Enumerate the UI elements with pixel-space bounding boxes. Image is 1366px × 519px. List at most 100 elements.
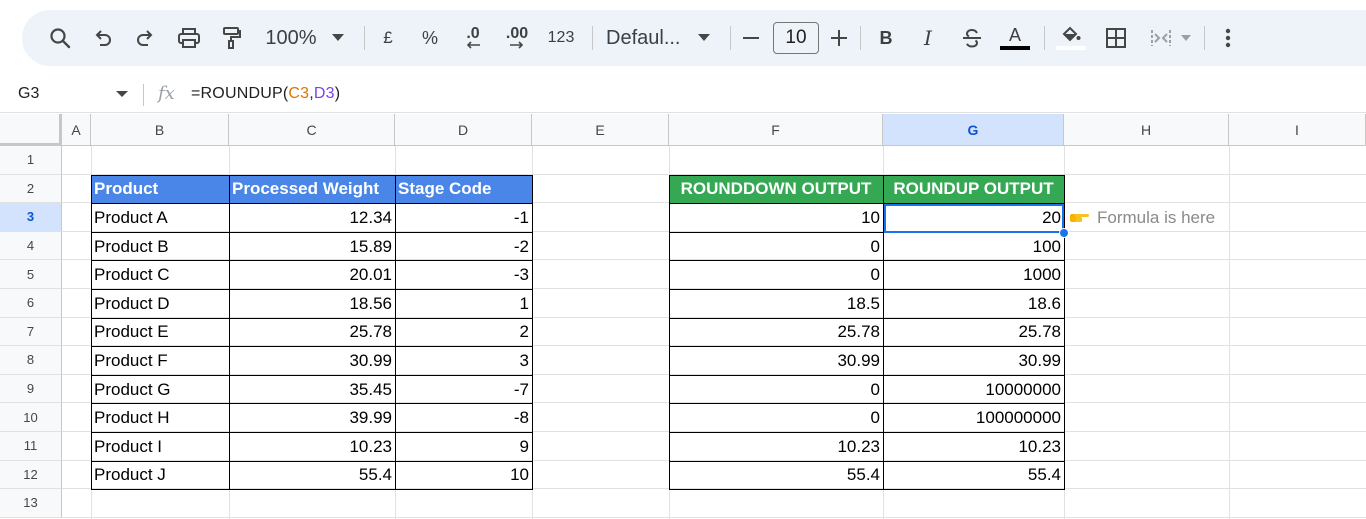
table-cell[interactable]: 25.78 (229, 319, 395, 347)
increase-decimal-button[interactable]: .00 (500, 10, 534, 66)
decrease-decimal-button[interactable]: .0 (458, 10, 488, 66)
percent-format-button[interactable]: % (418, 10, 442, 66)
name-box-dropdown-icon[interactable] (116, 91, 128, 97)
paint-format-icon[interactable] (218, 10, 244, 66)
table-header-cell[interactable]: ROUNDUP OUTPUT (883, 175, 1064, 204)
table-cell[interactable]: Product B (91, 233, 229, 261)
table-cell[interactable]: 18.5 (669, 290, 883, 318)
table-cell[interactable]: 10 (669, 204, 883, 232)
table-cell[interactable]: 18.6 (883, 290, 1064, 318)
table-cell[interactable]: Product A (91, 204, 229, 232)
more-formats-button[interactable]: 123 (544, 10, 578, 66)
row-header-9[interactable]: 9 (0, 374, 62, 404)
table-cell[interactable]: 25.78 (883, 319, 1064, 347)
column-header-c[interactable]: C (229, 114, 395, 146)
row-header-2[interactable]: 2 (0, 174, 62, 204)
table-cell[interactable]: 3 (395, 347, 532, 375)
row-header-11[interactable]: 11 (0, 432, 62, 461)
row-header-3[interactable]: 3 (0, 203, 62, 232)
table-header-cell[interactable]: Product (91, 175, 229, 204)
merge-cells-icon[interactable] (1146, 10, 1176, 66)
increase-font-size-icon[interactable] (828, 10, 850, 66)
table-header-cell[interactable]: Stage Code (395, 175, 532, 204)
table-cell[interactable]: Product E (91, 319, 229, 347)
table-cell[interactable]: Product D (91, 290, 229, 318)
table-header-cell[interactable]: Processed Weight (229, 175, 395, 204)
formula-input[interactable]: =ROUNDUP(C3,D3) (191, 85, 340, 103)
bold-button[interactable]: B (874, 10, 898, 66)
decrease-font-size-icon[interactable] (740, 10, 762, 66)
print-icon[interactable] (174, 10, 204, 66)
row-header-12[interactable]: 12 (0, 460, 62, 490)
table-cell[interactable]: -8 (395, 404, 532, 432)
font-family-select[interactable]: Defaul... (606, 10, 682, 66)
font-size-input[interactable]: 10 (773, 22, 819, 54)
table-header-cell[interactable]: ROUNDDOWN OUTPUT (669, 175, 883, 204)
column-header-a[interactable]: A (62, 114, 91, 146)
row-header-4[interactable]: 4 (0, 231, 62, 261)
row-header-6[interactable]: 6 (0, 289, 62, 318)
select-all-corner[interactable] (0, 114, 62, 146)
table-cell[interactable]: -1 (395, 204, 532, 232)
table-cell[interactable]: 100000000 (883, 404, 1064, 432)
table-cell[interactable]: 15.89 (229, 233, 395, 261)
table-cell[interactable]: 1 (395, 290, 532, 318)
redo-icon[interactable] (132, 10, 158, 66)
column-header-e[interactable]: E (532, 114, 669, 146)
fill-color-button[interactable] (1054, 10, 1088, 66)
column-header-h[interactable]: H (1064, 114, 1229, 146)
table-cell[interactable]: 20 (883, 204, 1064, 232)
table-cell[interactable]: 1000 (883, 261, 1064, 289)
table-cell[interactable]: Product I (91, 433, 229, 461)
table-cell[interactable]: 2 (395, 319, 532, 347)
table-cell[interactable]: 9 (395, 433, 532, 461)
table-cell[interactable]: 18.56 (229, 290, 395, 318)
table-cell[interactable]: 10.23 (669, 433, 883, 461)
table-cell[interactable]: 0 (669, 233, 883, 261)
row-header-8[interactable]: 8 (0, 346, 62, 375)
column-header-g[interactable]: G (883, 114, 1064, 146)
zoom-select[interactable]: 100% (262, 10, 320, 66)
borders-icon[interactable] (1102, 10, 1130, 66)
table-cell[interactable]: Product G (91, 376, 229, 404)
italic-button[interactable]: I (916, 10, 940, 66)
name-box[interactable]: G3 (18, 85, 39, 103)
row-header-7[interactable]: 7 (0, 317, 62, 347)
table-cell[interactable]: 0 (669, 376, 883, 404)
table-cell[interactable]: 30.99 (669, 347, 883, 375)
fill-handle[interactable] (1059, 227, 1069, 238)
table-cell[interactable]: 55.4 (229, 462, 395, 490)
more-options-icon[interactable] (1218, 10, 1238, 66)
table-cell[interactable]: 10000000 (883, 376, 1064, 404)
row-header-10[interactable]: 10 (0, 403, 62, 432)
undo-icon[interactable] (90, 10, 116, 66)
search-icon[interactable] (44, 10, 76, 66)
table-cell[interactable]: Product H (91, 404, 229, 432)
table-cell[interactable]: 12.34 (229, 204, 395, 232)
table-cell[interactable]: Product J (91, 462, 229, 490)
table-cell[interactable]: -7 (395, 376, 532, 404)
column-header-f[interactable]: F (669, 114, 883, 146)
table-cell[interactable]: 20.01 (229, 261, 395, 289)
strikethrough-icon[interactable] (958, 10, 986, 66)
row-header-1[interactable]: 1 (0, 146, 62, 175)
table-cell[interactable]: 55.4 (669, 462, 883, 490)
table-cell[interactable]: Product C (91, 261, 229, 289)
table-cell[interactable]: 30.99 (883, 347, 1064, 375)
table-cell[interactable]: 0 (669, 261, 883, 289)
font-dropdown-icon[interactable] (694, 10, 714, 66)
table-cell[interactable]: 39.99 (229, 404, 395, 432)
column-header-b[interactable]: B (91, 114, 229, 146)
table-cell[interactable]: 10.23 (883, 433, 1064, 461)
table-cell[interactable]: 10 (395, 462, 532, 490)
table-cell[interactable]: 10.23 (229, 433, 395, 461)
currency-format-button[interactable]: £ (378, 10, 398, 66)
table-cell[interactable]: 0 (669, 404, 883, 432)
row-header-5[interactable]: 5 (0, 260, 62, 289)
table-cell[interactable]: 25.78 (669, 319, 883, 347)
zoom-dropdown-icon[interactable] (328, 10, 348, 66)
text-color-button[interactable]: A (998, 10, 1032, 66)
table-cell[interactable]: -3 (395, 261, 532, 289)
table-cell[interactable]: -2 (395, 233, 532, 261)
table-cell[interactable]: 55.4 (883, 462, 1064, 490)
